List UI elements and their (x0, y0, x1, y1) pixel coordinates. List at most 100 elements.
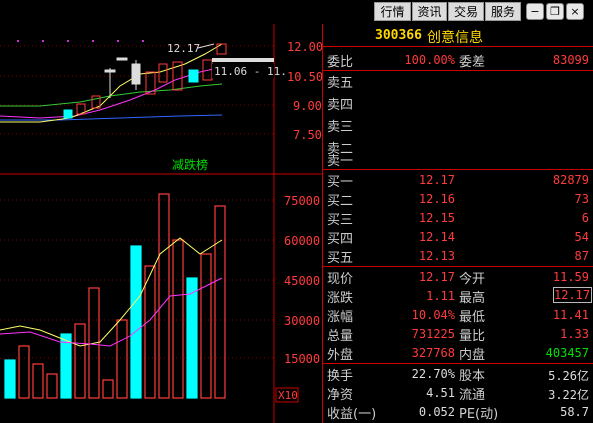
bid1-volume: 82879 (552, 173, 589, 187)
volume-bar (144, 265, 156, 399)
volume-label: 45000 (284, 274, 320, 288)
bid3-price: 12.15 (418, 211, 455, 225)
candle (158, 63, 168, 83)
bid4-price: 12.14 (418, 230, 455, 244)
price-label: 7.50 (293, 128, 322, 142)
candle (104, 69, 116, 73)
volume-ratio: 1.33 (560, 327, 589, 341)
net-assets: 4.51 (426, 386, 455, 400)
candle (63, 109, 73, 119)
outer-volume: 327768 (411, 346, 455, 360)
volume-bar (4, 359, 16, 399)
current-price: 12.17 (418, 270, 455, 284)
kline-chart[interactable]: 12.00 10.50 9.00 7.50 75000 60000 45000 … (0, 24, 322, 423)
low-value: 11.41 (552, 308, 589, 322)
divider (323, 169, 593, 170)
high-label: 最高 (459, 291, 486, 306)
pe-label: PE(动) (459, 407, 499, 422)
bid1-label: 买一 (327, 175, 354, 190)
current-price-label: 现价 (327, 272, 354, 287)
eps-value: 0.052 (418, 405, 455, 419)
divider (323, 363, 593, 364)
volume-ratio-label: 量比 (459, 329, 486, 344)
divider (323, 266, 593, 267)
eps-label: 收益(一) (327, 407, 377, 422)
decline-rank-badge: 减跌榜 (172, 157, 208, 172)
volume-bar (186, 277, 198, 399)
change-pct-value: 10.04% (411, 308, 455, 322)
inner-volume-label: 内盘 (459, 348, 486, 363)
tab-news[interactable]: 资讯 (412, 2, 447, 21)
bid4-volume: 54 (574, 230, 589, 244)
price-label: 12.00 (287, 40, 322, 54)
volume-bar (130, 245, 142, 399)
change-label: 涨跌 (327, 291, 354, 306)
bid2-label: 买二 (327, 194, 354, 209)
top-toolbar: 行情 资讯 交易 服务 − ❐ × (368, 0, 593, 24)
bid3-volume: 6 (581, 211, 589, 225)
volume-bar (102, 379, 114, 399)
turnover-label: 换手 (327, 369, 354, 384)
volume-label: 75000 (284, 194, 320, 208)
stock-name: 创意信息 (427, 30, 483, 46)
ma-line-yellow (0, 43, 223, 123)
open-label: 今开 (459, 272, 486, 287)
low-label: 最低 (459, 310, 486, 325)
divider (323, 46, 593, 47)
ask5-label: 卖五 (327, 76, 354, 91)
volume-unit: X10 (278, 389, 298, 402)
price-annotation: 12.17 (167, 42, 200, 55)
close-icon[interactable]: × (566, 3, 584, 20)
quote-panel: 300366 创意信息 委比 100.00% 委差 83099 卖五 卖四 卖三… (322, 24, 593, 423)
open-price: 11.59 (552, 270, 589, 284)
volume-label: 15000 (284, 352, 320, 366)
candle (188, 69, 199, 83)
stock-code: 300366 (375, 28, 422, 43)
change-pct-label: 涨幅 (327, 310, 354, 325)
weibi-label: 委比 (327, 55, 354, 70)
outer-volume-label: 外盘 (327, 348, 354, 363)
pe-value: 58.7 (560, 405, 589, 419)
volume-total-label: 总量 (327, 329, 354, 344)
price-label: 10.50 (287, 70, 322, 84)
volume-total: 731225 (411, 327, 455, 341)
volume-bar (158, 193, 170, 399)
volume-bar (18, 345, 30, 399)
float-shares: 3.22亿 (548, 388, 589, 402)
date-annotation: 11.06 - 11. (214, 65, 287, 78)
restore-icon[interactable]: ❐ (546, 3, 564, 20)
volume-bar (46, 373, 58, 399)
ask1-label: 卖一 (327, 154, 354, 169)
bid2-volume: 73 (574, 192, 589, 206)
share-capital-label: 股本 (459, 369, 486, 384)
volume-bar (214, 205, 226, 399)
weibi-value: 100.00% (404, 53, 455, 67)
price-label: 9.00 (293, 99, 322, 113)
change-value: 1.11 (426, 289, 455, 303)
volume-label: 30000 (284, 314, 320, 328)
float-shares-label: 流通 (459, 388, 486, 403)
ask4-label: 卖四 (327, 98, 354, 113)
bid4-label: 买四 (327, 232, 354, 247)
tab-market[interactable]: 行情 (374, 2, 411, 21)
high-value: 12.17 (553, 287, 592, 303)
weicha-label: 委差 (459, 55, 486, 70)
minimize-icon[interactable]: − (526, 3, 544, 20)
volume-label: 60000 (284, 234, 320, 248)
tab-service[interactable]: 服务 (485, 2, 521, 21)
bid5-price: 12.13 (418, 249, 455, 263)
volume-bar (74, 323, 86, 399)
share-capital: 5.26亿 (548, 369, 589, 383)
volume-bar (32, 363, 44, 399)
tab-trade[interactable]: 交易 (448, 2, 484, 21)
weicha-value: 83099 (552, 53, 589, 67)
inner-volume: 403457 (545, 346, 589, 360)
volume-bar (200, 253, 212, 399)
volume-bar (60, 333, 72, 399)
net-assets-label: 净资 (327, 388, 354, 403)
candle (116, 57, 128, 61)
turnover-value: 22.70% (411, 367, 455, 381)
divider (323, 70, 593, 71)
bid5-volume: 87 (574, 249, 589, 263)
bid1-price: 12.17 (418, 173, 455, 187)
